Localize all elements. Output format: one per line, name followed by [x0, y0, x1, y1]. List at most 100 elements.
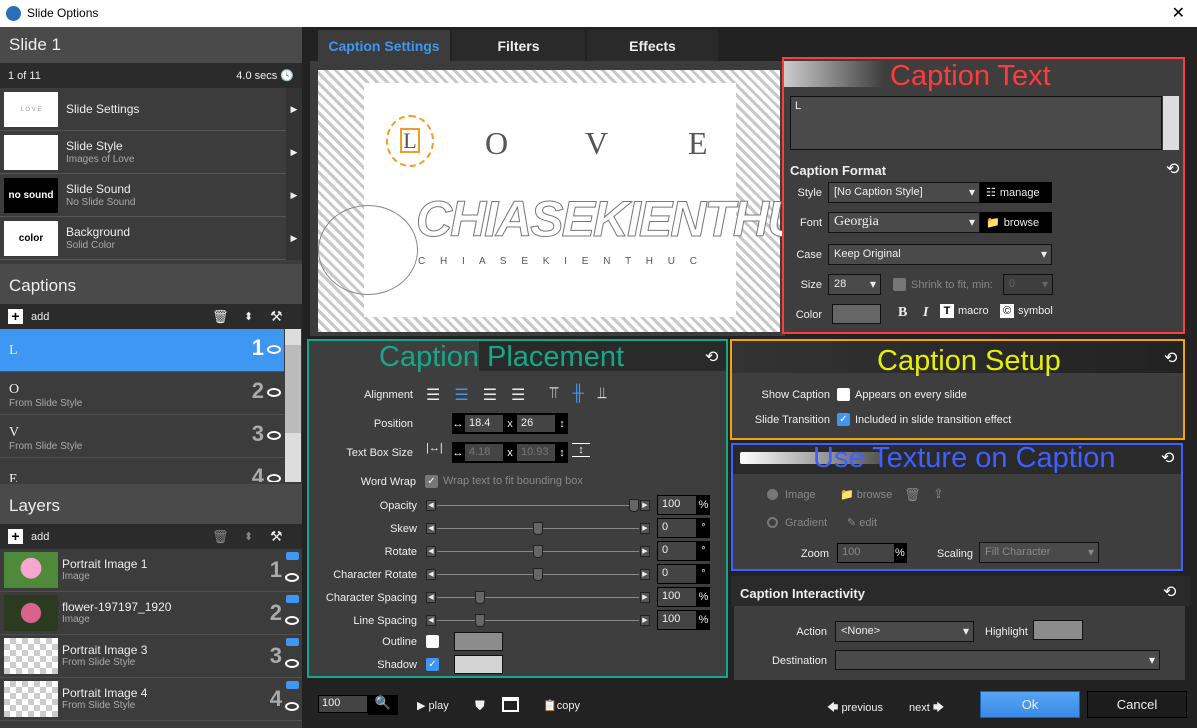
- chevron-right-icon[interactable]: ▶: [286, 131, 302, 174]
- comment-icon[interactable]: [286, 638, 299, 646]
- layer-list-item[interactable]: Portrait Image 3 From Slide Style 3: [0, 635, 302, 678]
- shadow-checkbox[interactable]: ✓: [426, 658, 439, 671]
- slider-skew[interactable]: ◀ ▶: [426, 522, 650, 535]
- eye-icon[interactable]: [285, 573, 299, 582]
- slider-value-input[interactable]: 100: [657, 587, 697, 607]
- preview-letter-l[interactable]: L: [400, 128, 420, 153]
- previous-button[interactable]: 🡄 previous: [827, 699, 883, 718]
- slide-item[interactable]: Slide Style Images of Love ▶: [0, 131, 302, 174]
- reset-icon[interactable]: ⟲: [1164, 348, 1177, 368]
- eye-icon[interactable]: [267, 474, 281, 482]
- position-y-input[interactable]: 26: [516, 414, 556, 433]
- comment-icon[interactable]: [286, 681, 299, 689]
- slider-decrement-button[interactable]: ◀: [426, 569, 436, 580]
- outline-checkbox[interactable]: [426, 635, 439, 648]
- copy-button[interactable]: 📋copy: [543, 699, 580, 712]
- play-button[interactable]: ▶ play: [417, 699, 449, 712]
- chevron-right-icon[interactable]: ▶: [286, 217, 302, 260]
- size-dropdown[interactable]: 28: [828, 274, 881, 295]
- shadow-color-swatch[interactable]: [454, 655, 503, 674]
- gradient-radio[interactable]: [767, 517, 778, 528]
- tools-icon[interactable]: ⚒: [270, 528, 283, 545]
- fit-width-icon[interactable]: |↔|: [426, 442, 443, 454]
- close-icon[interactable]: ✕: [1172, 3, 1185, 23]
- trash-icon[interactable]: 🗑: [904, 487, 921, 503]
- edit-gradient-button[interactable]: ✎ edit: [847, 516, 877, 529]
- highlight-color-swatch[interactable]: [1033, 620, 1083, 640]
- layer-list-item[interactable]: Portrait Image 4 From Slide Style 4: [0, 678, 302, 721]
- slider-increment-button[interactable]: ▶: [640, 500, 650, 511]
- tab-effects[interactable]: Effects: [587, 30, 718, 61]
- texture-zoom-input[interactable]: 100: [837, 543, 895, 563]
- next-button[interactable]: next 🡆: [909, 699, 944, 718]
- comment-icon[interactable]: [286, 552, 299, 560]
- eye-icon[interactable]: [285, 659, 299, 668]
- slider-increment-button[interactable]: ▶: [640, 546, 650, 557]
- preview-letter-v[interactable]: V: [585, 125, 608, 162]
- slider-increment-button[interactable]: ▶: [640, 523, 650, 534]
- align-justify-icon[interactable]: ☰: [511, 385, 525, 405]
- style-dropdown[interactable]: [No Caption Style]: [828, 182, 980, 203]
- texture-browse-button[interactable]: 📁 browse: [840, 488, 892, 501]
- slider-thumb[interactable]: [533, 568, 543, 581]
- slider-decrement-button[interactable]: ◀: [426, 500, 436, 511]
- slider-value-input[interactable]: 0: [657, 541, 697, 561]
- caption-list-item[interactable]: E4: [0, 458, 284, 482]
- wordwrap-checkbox[interactable]: ✓: [425, 475, 438, 488]
- slider-thumb[interactable]: [533, 522, 543, 535]
- slider-character-rotate[interactable]: ◀ ▶: [426, 568, 650, 581]
- slide-preview[interactable]: L O V E CHIASEKIENTHUC C H I A S E K I E…: [318, 70, 838, 332]
- add-icon[interactable]: +: [8, 309, 23, 324]
- scaling-dropdown[interactable]: Fill Character: [979, 542, 1099, 563]
- fit-height-icon[interactable]: ↕: [572, 443, 590, 457]
- layer-list-item[interactable]: Portrait Image 1 Image 1: [0, 549, 302, 592]
- caption-list-item[interactable]: L1: [0, 329, 284, 372]
- slide-item[interactable]: color Background Solid Color ▶: [0, 217, 302, 260]
- chevron-right-icon[interactable]: ▶: [286, 174, 302, 217]
- slider-increment-button[interactable]: ▶: [640, 592, 650, 603]
- slider-opacity[interactable]: ◀ ▶: [426, 499, 650, 512]
- slider-thumb[interactable]: [475, 614, 486, 627]
- slider-value-input[interactable]: 0: [657, 564, 697, 584]
- caption-list-item[interactable]: O From Slide Style 2: [0, 372, 284, 415]
- eye-icon[interactable]: [285, 616, 299, 625]
- preview-letter-e[interactable]: E: [688, 125, 708, 162]
- slider-thumb[interactable]: [629, 499, 639, 512]
- slider-decrement-button[interactable]: ◀: [426, 523, 436, 534]
- reset-icon[interactable]: ⟲: [1161, 448, 1174, 468]
- tools-icon[interactable]: ⚒: [270, 308, 283, 325]
- comment-icon[interactable]: [286, 595, 299, 603]
- italic-button[interactable]: I: [923, 305, 928, 321]
- add-caption-button[interactable]: add: [31, 311, 49, 323]
- caption-text-input[interactable]: L: [790, 96, 1162, 150]
- align-bottom-icon[interactable]: ⫫: [598, 385, 607, 405]
- export-icon[interactable]: ⇪: [933, 486, 944, 502]
- window-icon[interactable]: [502, 697, 519, 712]
- cancel-button[interactable]: Cancel: [1087, 691, 1187, 718]
- height-input[interactable]: 10.93: [516, 443, 556, 462]
- add-icon[interactable]: +: [8, 529, 23, 544]
- align-top-icon[interactable]: ⫪: [549, 385, 558, 405]
- reset-icon[interactable]: ⟲: [1166, 159, 1179, 179]
- slider-decrement-button[interactable]: ◀: [426, 546, 436, 557]
- slider-decrement-button[interactable]: ◀: [426, 615, 436, 626]
- slider-value-input[interactable]: 100: [657, 495, 697, 515]
- color-swatch[interactable]: [832, 304, 881, 324]
- action-dropdown[interactable]: <None>: [835, 621, 974, 642]
- outline-color-swatch[interactable]: [454, 632, 503, 651]
- slider-value-input[interactable]: 0: [657, 518, 697, 538]
- position-x-input[interactable]: 18.4: [464, 414, 504, 433]
- slider-increment-button[interactable]: ▶: [640, 569, 650, 580]
- shrink-min-dropdown[interactable]: 0: [1003, 274, 1053, 295]
- caption-text-scrollbar[interactable]: [1163, 96, 1179, 150]
- slider-value-input[interactable]: 100: [657, 610, 697, 630]
- slider-decrement-button[interactable]: ◀: [426, 592, 436, 603]
- manage-button[interactable]: ☷ manage: [980, 182, 1052, 203]
- eye-icon[interactable]: [267, 431, 281, 440]
- show-caption-checkbox[interactable]: [837, 388, 850, 401]
- reset-icon[interactable]: ⟲: [1163, 582, 1176, 602]
- preview-zoom-input[interactable]: 100: [318, 695, 368, 713]
- marker-icon[interactable]: ⛊: [475, 698, 485, 714]
- image-radio[interactable]: [767, 489, 778, 500]
- bold-button[interactable]: B: [898, 305, 907, 321]
